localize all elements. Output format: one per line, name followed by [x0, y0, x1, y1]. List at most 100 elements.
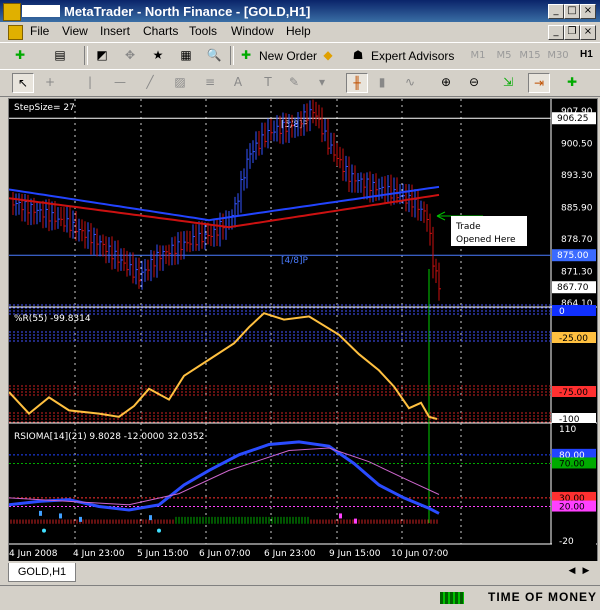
rsioma-marker [59, 513, 62, 519]
rsioma-marker [354, 518, 357, 524]
menu-tools[interactable]: Tools [189, 24, 217, 38]
channel-icon[interactable]: ▨ [170, 73, 190, 91]
menu-file[interactable]: File [30, 24, 49, 38]
price-badge-label: 875.00 [557, 251, 589, 261]
market-watch-icon[interactable]: ◩ [92, 46, 112, 64]
doc-restore-icon[interactable]: ❐ [564, 25, 580, 40]
toolbar-separator [230, 46, 234, 65]
tab-hidden [82, 564, 146, 580]
trade-annotation-line1: Trade [455, 222, 481, 232]
willr-tick-label: -25.00 [559, 334, 588, 344]
indicators-icon[interactable]: ✚ [562, 73, 582, 91]
tab-scroll-left-icon[interactable]: ◀ [566, 565, 578, 577]
period-m30[interactable]: M30 [546, 46, 570, 64]
period-m5[interactable]: M5 [492, 46, 516, 64]
arrows-tool-icon[interactable]: ✎ [284, 73, 304, 91]
menu-charts[interactable]: Charts [143, 24, 178, 38]
bar-chart-icon[interactable]: ╫ [346, 73, 368, 93]
main-panel-label: StepSize= 27 [14, 103, 75, 113]
period-h1[interactable]: H1 [580, 49, 593, 60]
time-tick-label: 6 Jun 07:00 [199, 549, 251, 559]
period-m15[interactable]: M15 [518, 46, 542, 64]
minimize-icon[interactable]: _ [548, 4, 564, 19]
time-tick-label: 10 Jun 07:00 [391, 549, 448, 559]
time-tick-label: 4 Jun 2008 [9, 549, 58, 559]
horizontal-line-icon[interactable]: — [110, 73, 130, 91]
price-tick-label: 878.70 [561, 235, 593, 245]
candles-icon[interactable]: ▮ [372, 73, 392, 91]
auto-scroll-icon[interactable]: ⇲ [498, 73, 518, 91]
window-title: MetaTrader - North Finance - [GOLD,H1] [64, 4, 311, 19]
chart-shift-icon[interactable]: ⇥ [528, 73, 550, 93]
menu-window[interactable]: Window [231, 24, 274, 38]
toolbar-separator [84, 46, 88, 65]
menu-insert[interactable]: Insert [100, 24, 130, 38]
new-order-icon[interactable]: ✚ [236, 46, 256, 64]
zoom-in-icon[interactable]: ⊕ [436, 73, 456, 91]
rsioma-dot [157, 528, 161, 533]
redacted-label [22, 5, 60, 17]
price-tick-label: 885.90 [561, 203, 593, 213]
dropdown-icon[interactable]: ▾ [312, 73, 332, 91]
time-tick-label: 6 Jun 23:00 [264, 549, 316, 559]
rsioma-marker [39, 510, 42, 516]
time-tick-label: 4 Jun 23:00 [73, 549, 125, 559]
tab-gold-h1[interactable]: GOLD,H1 [8, 563, 76, 582]
expert-advisors-icon[interactable]: ☗ [348, 46, 368, 64]
maximize-icon[interactable]: □ [564, 4, 580, 19]
line-chart-icon[interactable]: ∿ [400, 73, 420, 91]
rsioma-marker [339, 513, 342, 519]
chart-window[interactable]: [5/8]P [4/8]P 907.90 900.50 893.30 885.90 878.… [8, 98, 598, 562]
expert-advisors-button[interactable]: Expert Advisors [371, 49, 454, 63]
vertical-line-icon[interactable]: | [80, 73, 100, 91]
rsioma-marker [149, 515, 152, 521]
terminal-icon[interactable]: ▦ [176, 46, 196, 64]
doc-minimize-icon[interactable]: _ [548, 25, 564, 40]
price-tick-label: 900.50 [561, 139, 593, 149]
rsioma-tick-label: 110 [559, 425, 576, 435]
willr-panel-label: %R(55) -99.8314 [14, 314, 91, 324]
crosshair-icon[interactable]: + [40, 73, 60, 91]
rsioma-line [9, 440, 440, 515]
label-tool-icon[interactable]: T [258, 73, 278, 91]
willr-tick-label: -75.00 [559, 388, 588, 398]
time-tick-label: 9 Jun 15:00 [329, 549, 381, 559]
menu-view[interactable]: View [62, 24, 88, 38]
rsioma-tick-label: 20.00 [559, 503, 585, 513]
trendline-icon[interactable]: ╱ [140, 73, 160, 91]
new-chart-icon[interactable]: ✚ [10, 46, 30, 64]
standard-toolbar: ✚ ▤ ◩ ✥ ★ ▦ 🔍 ✚ New Order ◆ ☗ Expert Adv… [0, 42, 600, 70]
period-m1[interactable]: M1 [466, 46, 490, 64]
text-tool-icon[interactable]: A [228, 73, 248, 91]
menu-help[interactable]: Help [286, 24, 311, 38]
willr-tick-label: 0 [559, 307, 565, 317]
rsioma-tick-label: 70.00 [559, 459, 585, 469]
connection-icon [440, 592, 464, 604]
rsioma-panel-label: RSIOMA[14](21) 9.8028 -12.0000 32.0352 [14, 432, 204, 442]
price-tick-label: 871.30 [561, 267, 593, 277]
profiles-icon[interactable]: ▤ [50, 46, 70, 64]
tab-scroll-right-icon[interactable]: ▶ [580, 565, 592, 577]
close-icon[interactable]: × [580, 4, 596, 19]
rsioma-dot [42, 528, 46, 533]
strategy-tester-icon[interactable]: 🔍 [204, 46, 224, 64]
app-icon [3, 3, 21, 21]
price-badge-label: 906.25 [557, 114, 589, 124]
fibo-icon[interactable]: ≡ [200, 73, 220, 91]
title-bar: MetaTrader - North Finance - [GOLD,H1] _… [0, 0, 600, 22]
doc-close-icon[interactable]: × [580, 25, 596, 40]
price-chart[interactable]: [5/8]P[4/8]P907.90900.50893.30885.90878.… [9, 99, 597, 561]
trade-annotation-line2: Opened Here [456, 235, 516, 245]
price-tick-label: 893.30 [561, 171, 593, 181]
navigator-icon[interactable]: ★ [148, 46, 168, 64]
cursor-icon[interactable]: ↖ [12, 73, 34, 93]
new-order-button[interactable]: New Order [259, 49, 317, 63]
drawing-toolbar: ↖ + | — ╱ ▨ ≡ A T ✎ ▾ ╫ ▮ ∿ ⊕ ⊖ ⇲ ⇥ ✚ [0, 69, 600, 97]
level-label: [4/8]P [281, 256, 309, 266]
rsioma-marker [79, 516, 82, 522]
metaeditor-icon[interactable]: ◆ [318, 46, 338, 64]
data-window-icon[interactable]: ✥ [120, 46, 140, 64]
zoom-out-icon[interactable]: ⊖ [464, 73, 484, 91]
rsioma-tick-label: -20 [559, 537, 574, 547]
status-bar: TIME OF MONEY [0, 585, 600, 610]
